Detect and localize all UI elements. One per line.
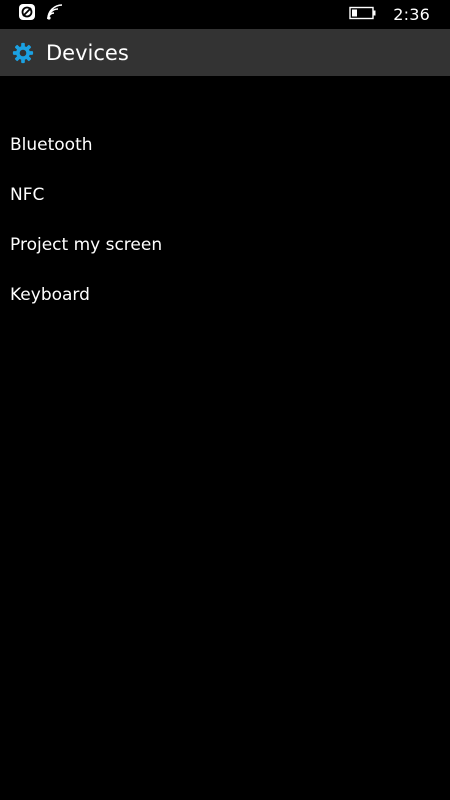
devices-menu: Bluetooth NFC Project my screen Keyboard [0, 120, 450, 320]
page-title: Devices [46, 40, 129, 65]
status-time: 2:36 [393, 4, 430, 24]
status-left-icons [18, 4, 74, 24]
battery-icon [349, 5, 377, 24]
notification-icon [18, 3, 36, 25]
menu-item-project-my-screen[interactable]: Project my screen [0, 220, 450, 270]
gear-icon [12, 42, 34, 64]
menu-item-nfc[interactable]: NFC [0, 170, 450, 220]
menu-item-bluetooth[interactable]: Bluetooth [0, 120, 450, 170]
status-right: 2:36 [349, 4, 430, 24]
status-bar: 2:36 [0, 0, 450, 28]
menu-item-keyboard[interactable]: Keyboard [0, 270, 450, 320]
page-header: Devices [0, 29, 450, 76]
wifi-icon [46, 3, 64, 25]
